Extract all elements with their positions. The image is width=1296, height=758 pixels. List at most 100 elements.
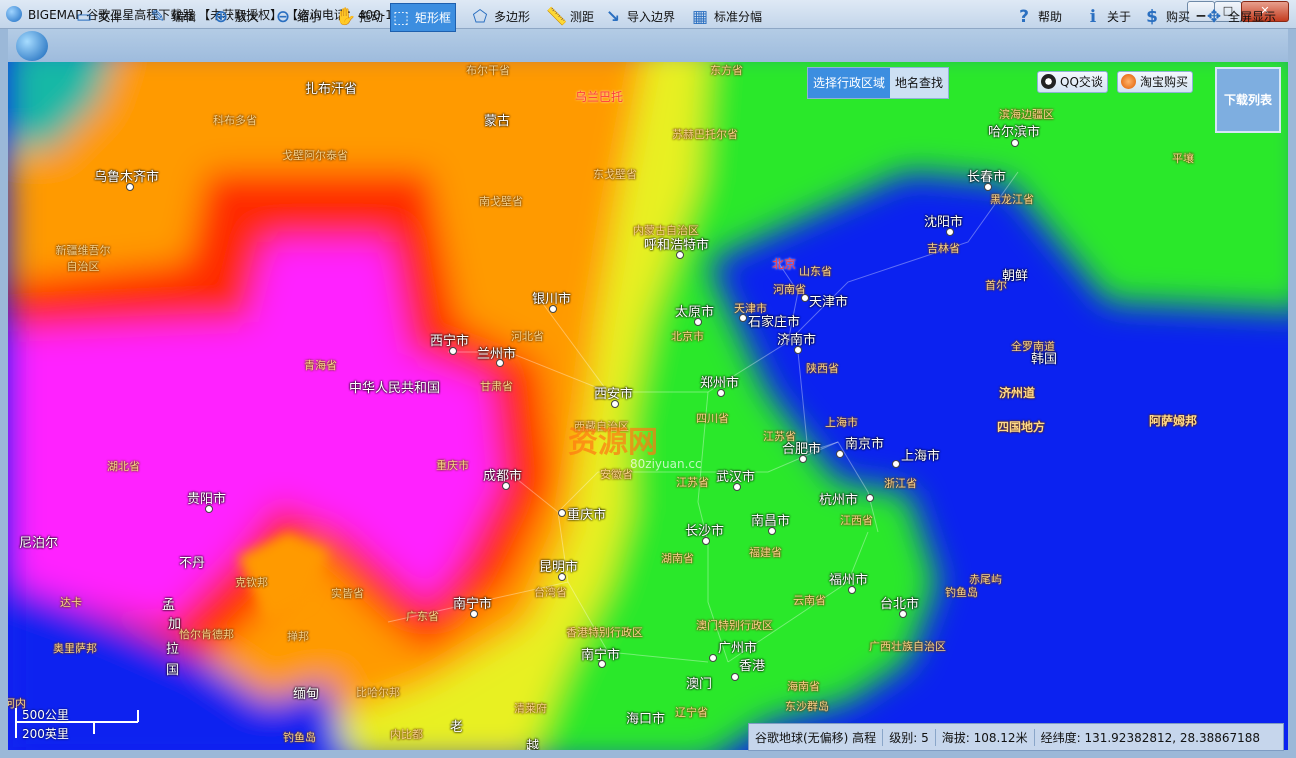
city-label: 澳门	[686, 677, 713, 692]
pan-button[interactable]: ✋ 拖动	[335, 3, 383, 30]
help-button[interactable]: ? 帮助	[1014, 3, 1062, 30]
city-label: 香港	[739, 659, 766, 674]
province-label: 江苏省	[676, 476, 709, 489]
region-label: 济州道	[999, 386, 1036, 400]
city-label: 上海市	[901, 449, 941, 464]
scale-bar: 500公里 200英里	[14, 706, 144, 741]
province-label: 清莱府	[514, 702, 547, 715]
province-label: 湖南省	[661, 552, 694, 565]
file-button[interactable]: ▭ 文件	[74, 3, 122, 30]
province-label: 实皆省	[331, 587, 364, 600]
app-icon	[6, 6, 22, 22]
taobao-icon	[1121, 74, 1136, 89]
capital-label: 北京	[772, 257, 797, 271]
coordinates: 经纬度: 131.92382812, 28.38867188	[1040, 730, 1261, 745]
qq-icon	[1041, 74, 1056, 89]
city-dot	[794, 346, 802, 354]
province-label: 奥里萨邦	[53, 642, 97, 655]
province-label: 湖北省	[107, 460, 140, 473]
city-label: 贵阳市	[187, 492, 227, 507]
zoom-in-icon: ⊕	[213, 6, 229, 27]
city-dot	[549, 305, 557, 313]
country-label: 越	[526, 739, 540, 750]
city-dot	[502, 482, 510, 490]
city-dot	[709, 654, 717, 662]
city-dot	[1011, 139, 1019, 147]
city-dot	[946, 228, 954, 236]
zoom-level: 级别: 5	[883, 728, 936, 746]
country-label: 尼泊尔	[19, 536, 59, 551]
polygon-button[interactable]: ⬠ 多边形	[470, 3, 530, 30]
province-label: 钓鱼岛	[283, 731, 316, 744]
province-label: 甘肃省	[480, 380, 513, 393]
city-dot	[717, 389, 725, 397]
grid-icon: ▦	[691, 6, 709, 27]
standard-grid-button[interactable]: ▦ 标准分幅	[690, 3, 762, 30]
measure-button[interactable]: 📏 测距	[546, 3, 594, 30]
help-icon: ?	[1019, 6, 1029, 27]
capital-label: 乌兰巴托	[575, 90, 624, 104]
province-label: 广西壮族自治区	[869, 640, 946, 653]
zoom-out-button[interactable]: ⊖ 缩小	[273, 3, 321, 30]
province-label: 东戈壁省	[593, 168, 637, 181]
province-label: 戈壁阿尔泰省	[282, 149, 348, 162]
zoom-in-button[interactable]: ⊕ 放大	[211, 3, 259, 30]
polygon-icon: ⬠	[472, 6, 488, 27]
watermark: 资源网 80ziyuan.cc	[568, 417, 702, 471]
scale-mi: 200英里	[22, 727, 69, 741]
buy-button[interactable]: $ 购买	[1142, 3, 1190, 30]
tab-select-region[interactable]: 选择行政区域	[808, 68, 891, 98]
map-canvas[interactable]: 布尔干省 东方省 乌兰巴托 扎布汗省 科布多省 蒙古 苏赫巴托尔省 戈壁阿尔泰省…	[8, 62, 1288, 750]
qq-chat-button[interactable]: QQ交谈	[1037, 71, 1108, 93]
province-label: 云南省	[793, 594, 826, 607]
province-label: 海南省	[787, 680, 820, 693]
city-dot	[694, 318, 702, 326]
fullscreen-button[interactable]: ✥ 全屏显示	[1204, 3, 1276, 30]
rectangle-icon: ⬚	[392, 7, 410, 28]
country-label: 中华人民共和国	[349, 381, 441, 396]
region-label: 四国地方	[997, 420, 1046, 434]
city-dot	[205, 505, 213, 513]
country-label: 蒙古	[484, 114, 511, 129]
province-label: 山东省	[799, 265, 832, 278]
province-label: 扎布汗省	[305, 82, 358, 97]
zoom-out-icon: ⊖	[275, 6, 291, 27]
province-label: 恰尔肯德邦	[179, 628, 234, 641]
province-label: 苏赫巴托尔省	[672, 128, 738, 141]
city-dot	[611, 400, 619, 408]
city-dot	[126, 183, 134, 191]
province-label: 河北省	[511, 330, 544, 343]
about-button[interactable]: ℹ 关于	[1083, 3, 1131, 30]
city-dot	[470, 610, 478, 618]
city-dot	[866, 494, 874, 502]
watermark-text: 资源网	[568, 425, 658, 460]
province-label: 平壤	[1172, 152, 1194, 165]
fullscreen-icon: ✥	[1206, 6, 1222, 27]
country-label: 老	[450, 720, 464, 735]
province-label: 北京市	[671, 330, 704, 343]
altitude: 海拔: 108.12米	[936, 728, 1035, 746]
country-label: 缅甸	[293, 687, 320, 702]
province-label: 布尔干省	[466, 64, 510, 77]
city-dot	[739, 314, 747, 322]
edit-button[interactable]: ✎ 编辑	[148, 3, 196, 30]
province-label: 辽宁省	[675, 706, 708, 719]
tab-place-search[interactable]: 地名查找	[890, 68, 948, 98]
province-label: 重庆市	[436, 459, 469, 472]
city-label: 台北市	[880, 597, 920, 612]
city-dot	[768, 527, 776, 535]
province-label: 香港特别行政区	[566, 626, 643, 639]
rectangle-select-button[interactable]: ⬚ 矩形框	[390, 3, 457, 32]
province-label: 黑龙江省	[990, 193, 1034, 206]
download-list-button[interactable]: 下载列表	[1215, 67, 1281, 133]
city-dot	[836, 450, 844, 458]
city-dot	[733, 483, 741, 491]
hand-icon: ✋	[335, 6, 357, 27]
elevation-heatmap	[8, 62, 1288, 750]
city-label: 沈阳市	[924, 215, 964, 230]
province-label: 南戈壁省	[479, 195, 523, 208]
status-bar: 谷歌地球(无偏移) 高程 级别: 5 海拔: 108.12米 经纬度: 131.…	[748, 723, 1284, 751]
import-boundary-button[interactable]: ↘ 导入边界	[603, 3, 675, 30]
province-label: 东方省	[710, 64, 743, 77]
taobao-buy-button[interactable]: 淘宝购买	[1117, 71, 1194, 93]
